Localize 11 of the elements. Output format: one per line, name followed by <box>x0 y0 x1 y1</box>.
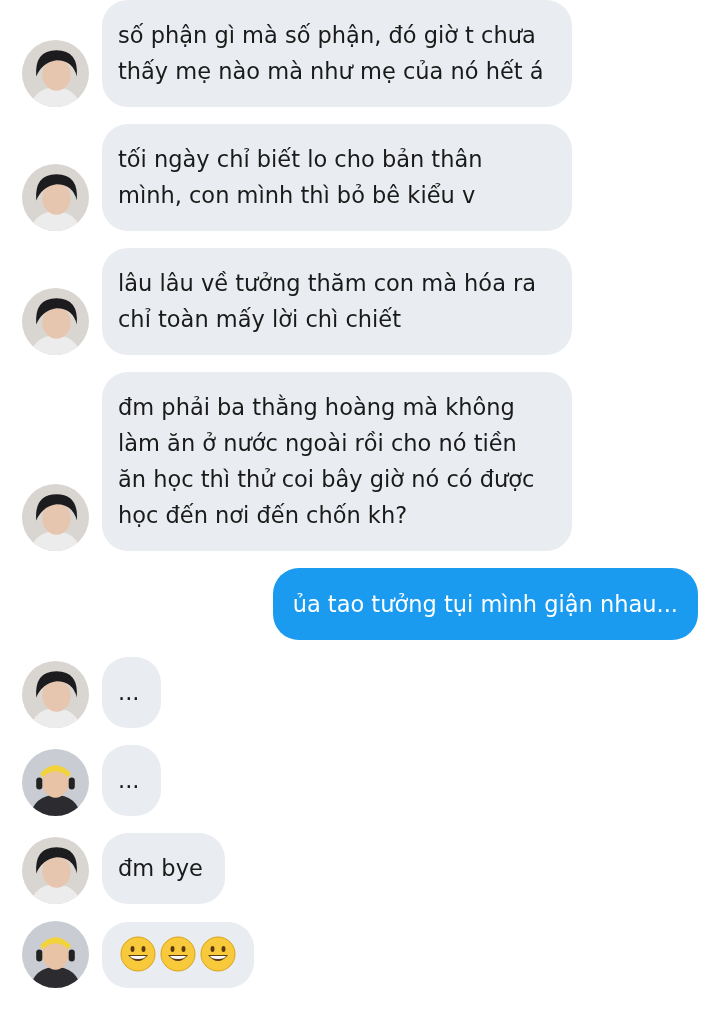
grinning-face-icon <box>160 936 196 972</box>
message-bubble: lâu lâu về tưởng thăm con mà hóa ra chỉ toàn mấy lời chì chiết <box>102 248 572 355</box>
message-bubble: tối ngày chỉ biết lo cho bản thân mình, con mình thì bỏ bê kiểu v <box>102 124 572 231</box>
grinning-face-icon <box>200 936 236 972</box>
message-bubble: số phận gì mà số phận, đó giờ t chưa thấy mẹ nào mà như mẹ của nó hết á <box>102 0 572 107</box>
message-bubble: đm phải ba thằng hoàng mà không làm ăn ở nước ngoài rồi cho nó tiền ăn học thì thử coi bây giờ nó có được học đến nơi đến chốn kh? <box>102 372 572 551</box>
message-bubble: ... <box>102 657 162 728</box>
message-bubble: đm bye <box>102 833 225 904</box>
message-bubble: ủa tao tưởng tụi mình giận nhau... <box>272 568 698 640</box>
grinning-face-icon <box>120 936 156 972</box>
message-bubble: ... <box>102 745 162 816</box>
